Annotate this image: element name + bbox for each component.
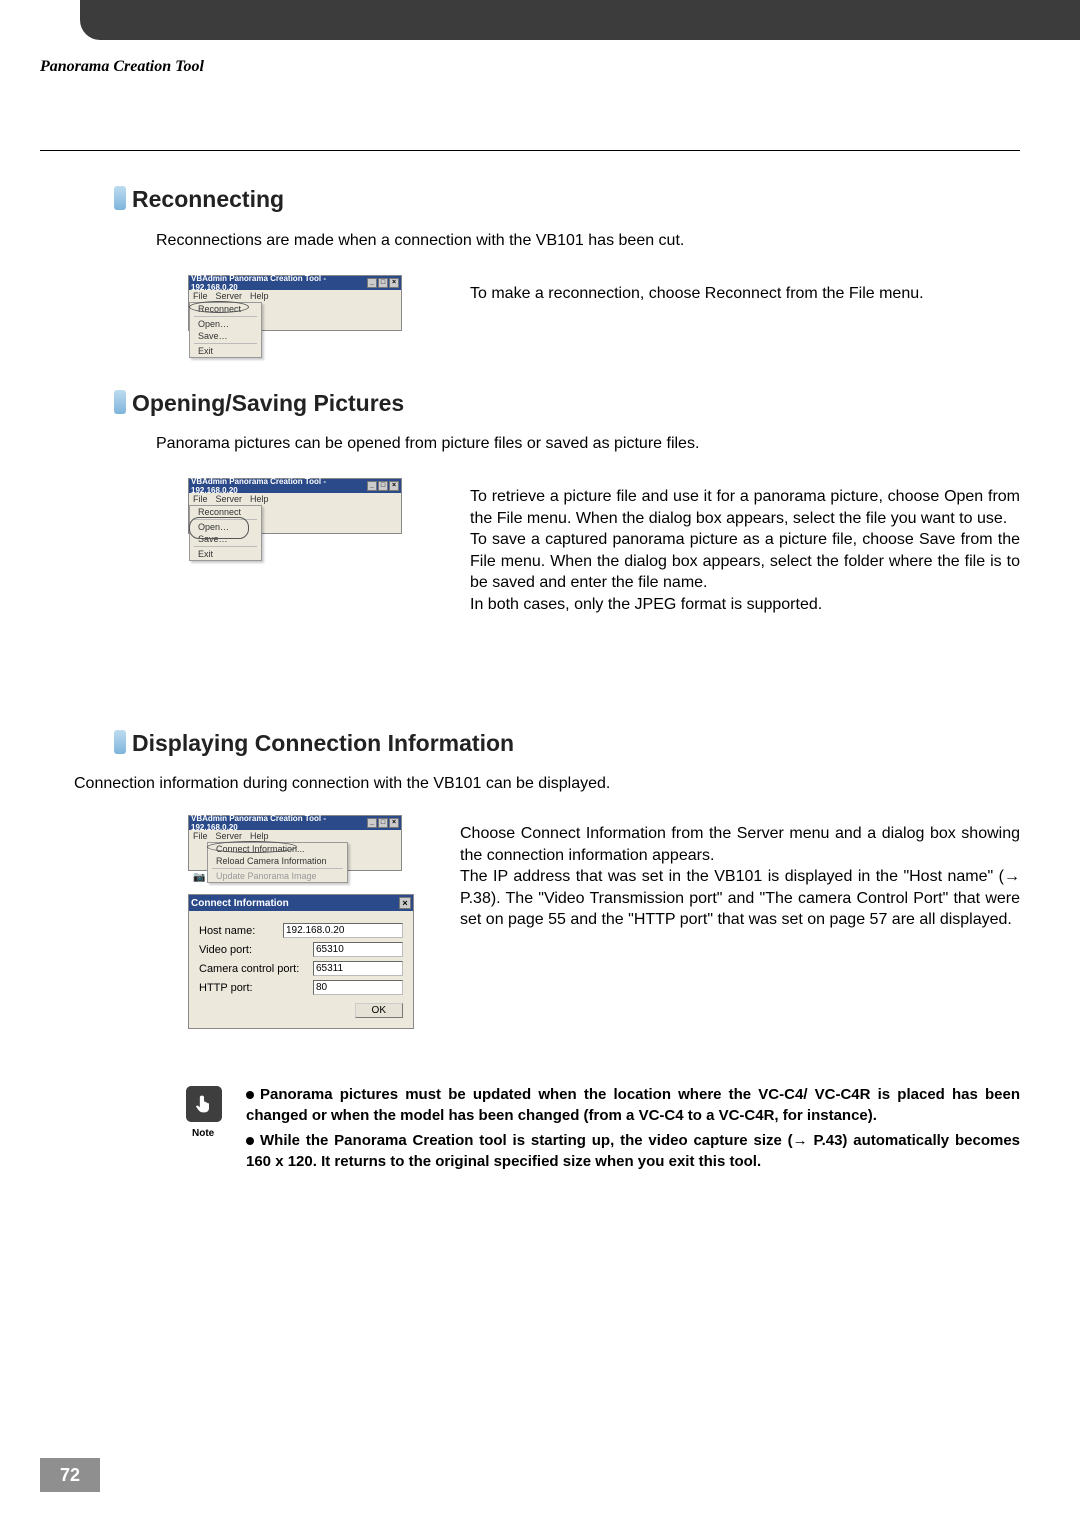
window-close-icon[interactable]: × bbox=[389, 818, 399, 828]
bullet-dot-icon bbox=[246, 1091, 254, 1099]
dialog-title-text: Connect Information bbox=[191, 898, 289, 909]
dialog-row-video: Video port: bbox=[199, 942, 403, 957]
heading-text: Reconnecting bbox=[132, 186, 284, 212]
window-maximize-icon[interactable]: □ bbox=[378, 481, 388, 491]
window-close-icon[interactable]: × bbox=[389, 481, 399, 491]
page-number: 72 bbox=[40, 1458, 100, 1492]
menu-item-open[interactable]: Open… bbox=[190, 318, 261, 330]
menu-item-exit[interactable]: Exit bbox=[190, 548, 261, 560]
highlight-connect-info-icon bbox=[207, 841, 297, 853]
note-label: Note bbox=[192, 1128, 214, 1139]
window-maximize-icon[interactable]: □ bbox=[378, 278, 388, 288]
host-name-field[interactable] bbox=[283, 923, 403, 938]
top-banner bbox=[80, 0, 1080, 40]
connect-explain: Choose Connect Information from the Serv… bbox=[460, 823, 1020, 931]
note-bullet-2: While the Panorama Creation tool is star… bbox=[246, 1130, 1020, 1172]
menu-item-exit[interactable]: Exit bbox=[190, 345, 261, 357]
window-maximize-icon[interactable]: □ bbox=[378, 818, 388, 828]
window-minimize-icon[interactable]: _ bbox=[367, 818, 377, 828]
menu-sep bbox=[194, 546, 257, 547]
highlight-reconnect-icon bbox=[189, 301, 249, 313]
heading-connect: Displaying Connection Information bbox=[120, 730, 514, 757]
opensave-intro: Panorama pictures can be opened from pic… bbox=[156, 433, 1020, 455]
screenshot-titlebar: VBAdmin Panorama Creation Tool - 192.168… bbox=[189, 816, 401, 830]
heading-bullet-icon bbox=[114, 730, 126, 754]
screenshot-title-text: VBAdmin Panorama Creation Tool - 192.168… bbox=[191, 477, 367, 495]
menu-sep bbox=[212, 868, 343, 869]
heading-bullet-icon bbox=[114, 390, 126, 414]
screenshot-titlebar: VBAdmin Panorama Creation Tool - 192.168… bbox=[189, 276, 401, 290]
dialog-row-camera: Camera control port: bbox=[199, 961, 403, 976]
menu-file[interactable]: File bbox=[193, 831, 208, 841]
heading-reconnecting: Reconnecting bbox=[120, 186, 284, 213]
menu-file[interactable]: File bbox=[193, 494, 208, 504]
note-icon bbox=[186, 1086, 222, 1122]
opensave-explain: To retrieve a picture file and use it fo… bbox=[470, 486, 1020, 616]
menu-item-update-panorama: Update Panorama Image bbox=[208, 870, 347, 882]
reconnect-explain: To make a reconnection, choose Reconnect… bbox=[470, 283, 1020, 305]
heading-opensave: Opening/Saving Pictures bbox=[120, 390, 404, 417]
camera-port-label: Camera control port: bbox=[199, 963, 313, 975]
camera-icon[interactable]: 📷 bbox=[193, 872, 205, 883]
http-port-label: HTTP port: bbox=[199, 982, 313, 994]
hand-point-icon bbox=[194, 1094, 214, 1114]
dialog-row-http: HTTP port: bbox=[199, 980, 403, 995]
dialog-close-icon[interactable]: × bbox=[399, 897, 411, 909]
dialog-row-host: Host name: bbox=[199, 923, 403, 938]
heading-text: Displaying Connection Information bbox=[132, 730, 514, 756]
reconnect-intro: Reconnections are made when a connection… bbox=[156, 230, 1020, 252]
bullet-dot-icon bbox=[246, 1137, 254, 1145]
screenshot-title-text: VBAdmin Panorama Creation Tool - 192.168… bbox=[191, 814, 367, 832]
menu-server[interactable]: Server bbox=[216, 291, 243, 301]
note-bullet-1-text: Panorama pictures must be updated when t… bbox=[246, 1086, 1020, 1124]
page-title: Panorama Creation Tool bbox=[40, 58, 204, 76]
highlight-open-save-icon bbox=[189, 517, 249, 539]
note-bullet-2-text: While the Panorama Creation tool is star… bbox=[246, 1132, 1020, 1170]
ok-button[interactable]: OK bbox=[355, 1003, 403, 1018]
menu-sep bbox=[194, 316, 257, 317]
connect-info-dialog: Connect Information × Host name: Video p… bbox=[188, 894, 414, 1029]
menu-help[interactable]: Help bbox=[250, 291, 269, 301]
screenshot-titlebar: VBAdmin Panorama Creation Tool - 192.168… bbox=[189, 479, 401, 493]
menu-server[interactable]: Server bbox=[216, 494, 243, 504]
screenshot-opensave: VBAdmin Panorama Creation Tool - 192.168… bbox=[188, 478, 402, 534]
menu-help[interactable]: Help bbox=[250, 494, 269, 504]
screenshot-title-text: VBAdmin Panorama Creation Tool - 192.168… bbox=[191, 274, 367, 292]
video-port-field[interactable] bbox=[313, 942, 403, 957]
header-rule bbox=[40, 150, 1020, 151]
screenshot-server-menu: VBAdmin Panorama Creation Tool - 192.168… bbox=[188, 815, 402, 871]
menu-item-reload-camera[interactable]: Reload Camera Information bbox=[208, 855, 347, 867]
menu-server[interactable]: Server bbox=[216, 831, 243, 841]
camera-port-field[interactable] bbox=[313, 961, 403, 976]
window-minimize-icon[interactable]: _ bbox=[367, 481, 377, 491]
heading-bullet-icon bbox=[114, 186, 126, 210]
menu-item-save[interactable]: Save… bbox=[190, 330, 261, 342]
dialog-titlebar: Connect Information × bbox=[189, 895, 413, 911]
http-port-field[interactable] bbox=[313, 980, 403, 995]
window-minimize-icon[interactable]: _ bbox=[367, 278, 377, 288]
menu-sep bbox=[194, 343, 257, 344]
host-label: Host name: bbox=[199, 925, 283, 937]
video-port-label: Video port: bbox=[199, 944, 313, 956]
menu-file[interactable]: File bbox=[193, 291, 208, 301]
screenshot-reconnect: VBAdmin Panorama Creation Tool - 192.168… bbox=[188, 275, 402, 331]
window-close-icon[interactable]: × bbox=[389, 278, 399, 288]
note-bullet-1: Panorama pictures must be updated when t… bbox=[246, 1084, 1020, 1126]
connect-intro: Connection information during connection… bbox=[74, 773, 1020, 795]
heading-text: Opening/Saving Pictures bbox=[132, 390, 404, 416]
menu-help[interactable]: Help bbox=[250, 831, 269, 841]
